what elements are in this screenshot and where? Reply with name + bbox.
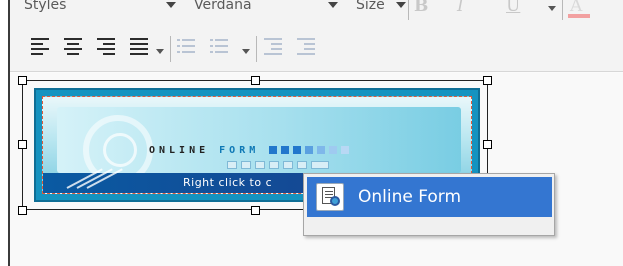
toolbar-separator <box>170 36 171 62</box>
bold-button[interactable]: B <box>414 0 428 16</box>
chevron-down-icon <box>396 2 406 8</box>
banner-card: ONLINE FORM <box>57 107 461 185</box>
styles-combo[interactable]: Styles <box>10 0 180 16</box>
resize-handle-bottom-left[interactable] <box>18 206 27 215</box>
decor-square <box>293 146 301 154</box>
align-right-icon[interactable] <box>96 36 116 56</box>
toolbar-separator <box>562 0 563 20</box>
chevron-down-icon <box>328 2 338 8</box>
decor-square <box>269 146 277 154</box>
chevron-down-icon[interactable] <box>156 49 164 54</box>
decor-square <box>281 146 289 154</box>
form-field-icon <box>269 161 279 169</box>
context-menu: Online Form <box>303 173 555 236</box>
banner-title-part1: ONLINE <box>149 145 210 156</box>
form-field-icon <box>255 161 265 169</box>
banner-title: ONLINE FORM <box>149 145 259 156</box>
align-left-icon[interactable] <box>30 36 50 56</box>
outdent-icon[interactable] <box>263 36 283 56</box>
bullet-list-icon[interactable] <box>209 36 229 56</box>
decor-square <box>305 146 313 154</box>
resize-handle-top-right[interactable] <box>483 76 492 85</box>
chevron-down-icon[interactable] <box>242 49 250 54</box>
form-field-icon <box>297 161 307 169</box>
resize-handle-bottom[interactable] <box>251 206 260 215</box>
toolbar-separator <box>256 36 257 62</box>
editor-toolbar: Styles Verdana Size B I U A <box>10 0 623 72</box>
form-field-icon <box>311 161 329 169</box>
size-combo-value: Size <box>356 0 385 13</box>
styles-combo-value: Styles <box>24 0 67 13</box>
decor-square <box>317 146 325 154</box>
size-combo[interactable]: Size <box>342 0 406 16</box>
decor-square <box>329 146 337 154</box>
menu-item-label: Online Form <box>358 187 462 207</box>
banner-title-part2: FORM <box>219 145 260 156</box>
font-combo-value: Verdana <box>194 0 252 13</box>
underline-button[interactable]: U <box>506 0 520 16</box>
numbered-list-icon[interactable] <box>176 36 196 56</box>
form-field-icon <box>241 161 251 169</box>
menu-item-online-form[interactable]: Online Form <box>307 177 552 217</box>
form-field-icon <box>227 161 237 169</box>
chevron-down-icon[interactable] <box>548 6 556 11</box>
banner-cta-text: Right click to c <box>183 176 273 189</box>
resize-handle-left[interactable] <box>18 140 27 149</box>
resize-handle-top-left[interactable] <box>18 76 27 85</box>
form-field-icon <box>283 161 293 169</box>
chevron-down-icon <box>166 2 176 8</box>
font-combo[interactable]: Verdana <box>180 0 342 16</box>
italic-button[interactable]: I <box>457 0 464 16</box>
resize-handle-top[interactable] <box>251 76 260 85</box>
indent-icon[interactable] <box>296 36 316 56</box>
form-properties-icon <box>316 183 344 211</box>
justify-icon[interactable] <box>129 36 149 56</box>
ring-graphic-inner <box>103 133 137 167</box>
decor-square <box>341 146 349 154</box>
text-color-swatch <box>568 14 590 18</box>
align-center-icon[interactable] <box>63 36 83 56</box>
resize-handle-right[interactable] <box>483 140 492 149</box>
toolbar-separator <box>408 0 409 20</box>
